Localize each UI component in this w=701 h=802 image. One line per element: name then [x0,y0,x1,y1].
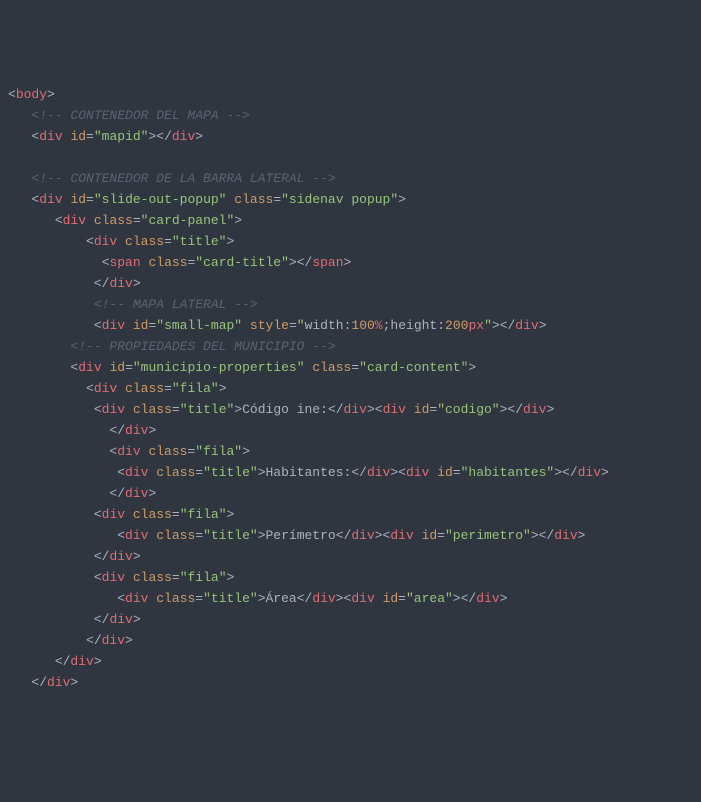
code-line: </div> [0,546,693,567]
code-line: <!-- MAPA LATERAL --> [0,294,693,315]
code-line: <div id="small-map" style="width:100%;he… [0,315,693,336]
code-line: <div class="title"> [0,231,693,252]
code-line: <div id="slide-out-popup" class="sidenav… [0,189,693,210]
code-line: </div> [0,609,693,630]
code-line: <div class="fila"> [0,441,693,462]
code-line: <div class="title">Código ine:</div><div… [0,399,693,420]
code-line: <div class="title">Perímetro</div><div i… [0,525,693,546]
code-line: </div> [0,273,693,294]
code-line: </div> [0,672,693,693]
code-line: <div class="title">Habitantes:</div><div… [0,462,693,483]
code-line: </div> [0,630,693,651]
code-editor[interactable]: <body> <!-- CONTENEDOR DEL MAPA --> <div… [0,84,701,697]
code-line: <div class="card-panel"> [0,210,693,231]
code-line: <div id="mapid"></div> [0,126,693,147]
code-line: <body> [0,84,693,105]
code-line: </div> [0,651,693,672]
code-line: <!-- PROPIEDADES DEL MUNICIPIO --> [0,336,693,357]
code-line: <div class="fila"> [0,378,693,399]
code-line: <span class="card-title"></span> [0,252,693,273]
code-line: </div> [0,420,693,441]
code-line [0,147,693,168]
code-line: <div class="fila"> [0,504,693,525]
code-line: <!-- CONTENEDOR DE LA BARRA LATERAL --> [0,168,693,189]
code-line: <!-- CONTENEDOR DEL MAPA --> [0,105,693,126]
code-line: <div class="fila"> [0,567,693,588]
code-line: <div class="title">Área</div><div id="ar… [0,588,693,609]
code-line: <div id="municipio-properties" class="ca… [0,357,693,378]
code-line: </div> [0,483,693,504]
